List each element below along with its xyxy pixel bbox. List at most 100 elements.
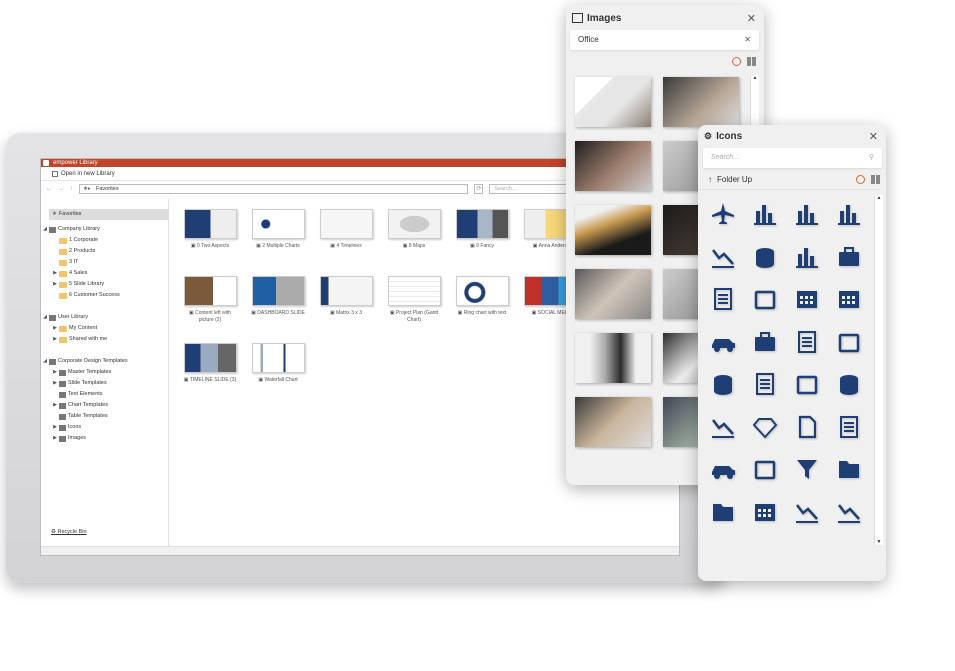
- tree-item[interactable]: ◢ User Library: [41, 312, 168, 323]
- tree-item[interactable]: ◢ Corporate Design Templates: [41, 356, 168, 367]
- expand-arrow-icon[interactable]: ▶: [51, 334, 59, 345]
- slide-tile[interactable]: ▣ DASHBOARD SLIDE: [249, 276, 307, 317]
- credit-card-icon[interactable]: [794, 371, 824, 401]
- expand-arrow-icon[interactable]: ◢: [41, 312, 49, 323]
- image-thumbnail-laptop-hands[interactable]: [575, 141, 651, 191]
- checklist-icon[interactable]: [710, 286, 740, 316]
- expand-arrow-icon[interactable]: ▶: [51, 422, 59, 433]
- images-search-input[interactable]: Office ✕: [570, 30, 759, 50]
- slide-tile[interactable]: ▣ Ring chart with text: [453, 276, 511, 317]
- file-text-icon[interactable]: [836, 414, 866, 444]
- calendar-full-icon[interactable]: [836, 286, 866, 316]
- tree-item[interactable]: ▶ Shared with me: [41, 334, 168, 345]
- folder-up-button[interactable]: ↑ Folder Up: [698, 170, 880, 190]
- up-icon[interactable]: ↑: [70, 186, 73, 192]
- bar-chart-icon[interactable]: [752, 201, 782, 231]
- bar-chart-up-icon[interactable]: [836, 201, 866, 231]
- bookshelf-icon[interactable]: [794, 244, 824, 274]
- grid-view-icon[interactable]: [747, 57, 756, 66]
- open-new-library-button[interactable]: Open in new Library: [61, 167, 115, 181]
- sidebar-item-favorites[interactable]: ★ Favorites: [49, 209, 169, 220]
- image-thumbnail-office-desk-clock[interactable]: [575, 77, 651, 127]
- close-icon[interactable]: ✕: [747, 12, 756, 25]
- calendar-icon[interactable]: [752, 286, 782, 316]
- clipboard-icon[interactable]: [836, 329, 866, 359]
- database-icon[interactable]: [836, 371, 866, 401]
- calendar-grid-icon[interactable]: [794, 286, 824, 316]
- tree-item[interactable]: ▶ 4 Sales: [41, 268, 168, 279]
- hand-truck-icon[interactable]: [794, 499, 824, 529]
- back-icon[interactable]: ←: [46, 186, 52, 192]
- tree-item[interactable]: ▶ Icons: [41, 422, 168, 433]
- folder-open-icon[interactable]: [710, 499, 740, 529]
- tree-item[interactable]: Text Elements: [41, 389, 168, 400]
- coins-icon[interactable]: [710, 371, 740, 401]
- address-bar[interactable]: ★▸ Favorites: [79, 184, 469, 194]
- books-stack-icon[interactable]: [752, 244, 782, 274]
- slide-tile[interactable]: ▣ 0 Two Aspects: [181, 209, 239, 250]
- slide-tile[interactable]: ▣ 2 Multiple Charts: [249, 209, 307, 250]
- globe-icon[interactable]: [732, 57, 741, 66]
- tree-item[interactable]: ◢ Company Library: [41, 224, 168, 235]
- tree-item[interactable]: ▶ Images: [41, 433, 168, 444]
- tree-item[interactable]: 6 Customer Success: [41, 290, 168, 301]
- image-thumbnail-meeting-table[interactable]: [575, 269, 651, 319]
- refresh-button[interactable]: ⟳: [474, 184, 484, 194]
- bicycle-icon[interactable]: [710, 244, 740, 274]
- image-thumbnail-sticky-notes[interactable]: [575, 205, 651, 255]
- tree-item[interactable]: 1 Corporate: [41, 235, 168, 246]
- image-thumbnail-office-plant[interactable]: [575, 333, 651, 383]
- expand-arrow-icon[interactable]: ▶: [51, 268, 59, 279]
- slide-tile[interactable]: ▣ TIMELINE SLIDE (3): [181, 343, 239, 384]
- briefcase-icon[interactable]: [836, 244, 866, 274]
- document-image-icon[interactable]: [752, 371, 782, 401]
- clipboard-check-icon[interactable]: [794, 329, 824, 359]
- tree-item[interactable]: ▶ My Content: [41, 323, 168, 334]
- slide-tile[interactable]: ▣ Content left with picture (2): [181, 276, 239, 324]
- tree-item[interactable]: ▶ Slide Templates: [41, 378, 168, 389]
- id-card-icon[interactable]: [752, 456, 782, 486]
- image-thumbnail-meeting-papers[interactable]: [575, 397, 651, 447]
- file-icon[interactable]: [794, 414, 824, 444]
- forward-icon[interactable]: →: [58, 186, 64, 192]
- expand-arrow-icon[interactable]: ▶: [51, 279, 59, 290]
- filter-icon[interactable]: [794, 456, 824, 486]
- car-move-icon[interactable]: [710, 456, 740, 486]
- car-icon[interactable]: [710, 329, 740, 359]
- tree-item[interactable]: ▶ Master Templates: [41, 367, 168, 378]
- expand-arrow-icon[interactable]: ▶: [51, 400, 59, 411]
- slide-tile[interactable]: ▣ Waterfall Chart: [249, 343, 307, 384]
- recycle-bin-link[interactable]: ♻ Recycle Bin: [51, 529, 87, 535]
- line-chart-up-icon[interactable]: [836, 499, 866, 529]
- tree-item[interactable]: Table Templates: [41, 411, 168, 422]
- hierarchy-icon[interactable]: [752, 499, 782, 529]
- tree-item[interactable]: ▶ Chart Templates: [41, 400, 168, 411]
- airplane-icon[interactable]: [710, 201, 740, 231]
- close-icon[interactable]: ✕: [869, 130, 878, 143]
- expand-arrow-icon[interactable]: ◢: [41, 356, 49, 367]
- bar-chart-down-icon[interactable]: [794, 201, 824, 231]
- clear-icon[interactable]: ✕: [744, 30, 751, 50]
- expand-arrow-icon[interactable]: ▶: [51, 378, 59, 389]
- tree-item[interactable]: ▶ 5 Slide Library: [41, 279, 168, 290]
- diamond-icon[interactable]: [752, 414, 782, 444]
- cash-register-icon[interactable]: [752, 329, 782, 359]
- tree-item[interactable]: 3 IT: [41, 257, 168, 268]
- chart-decline-icon[interactable]: [710, 414, 740, 444]
- slide-tile[interactable]: ▣ 4 Timelines: [317, 209, 375, 250]
- icons-scrollbar[interactable]: ▲ ▼: [874, 195, 883, 545]
- slide-tile[interactable]: ▣ Project Plan (Gantt Chart): [385, 276, 443, 324]
- expand-arrow-icon[interactable]: ▶: [51, 367, 59, 378]
- slide-tile[interactable]: ▣ 8 Maps: [385, 209, 443, 250]
- icons-search-input[interactable]: Search... ⚲: [703, 148, 882, 168]
- slide-tile[interactable]: ▣ 9 Fancy: [453, 209, 511, 250]
- slide-tile[interactable]: ▣ Matrix 3 x 3: [317, 276, 375, 317]
- tree-item[interactable]: 2 Products: [41, 246, 168, 257]
- expand-arrow-icon[interactable]: ◢: [41, 224, 49, 235]
- grid-view-icon[interactable]: [871, 175, 880, 184]
- folder-icon[interactable]: [836, 456, 866, 486]
- globe-icon[interactable]: [856, 175, 865, 184]
- image-thumbnail-meeting-hands[interactable]: [663, 77, 739, 127]
- expand-arrow-icon[interactable]: ▶: [51, 433, 59, 444]
- expand-arrow-icon[interactable]: ▶: [51, 323, 59, 334]
